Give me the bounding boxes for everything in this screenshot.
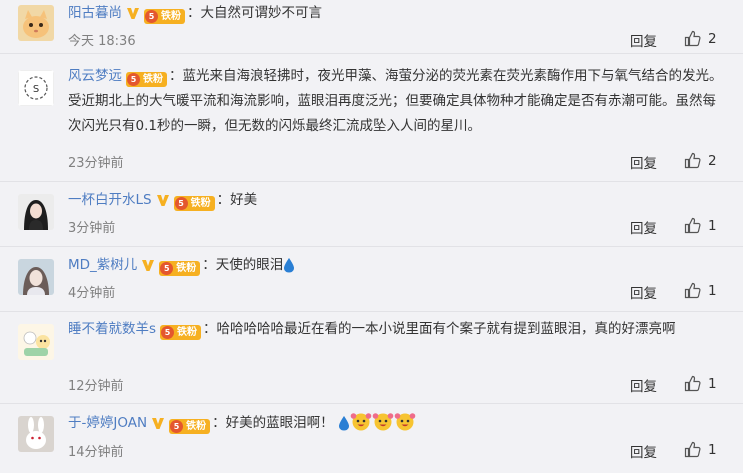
fan-level: 5 <box>170 420 184 433</box>
thumbs-up-icon <box>684 282 701 299</box>
like-count: 1 <box>708 441 717 458</box>
reply-button[interactable]: 回复 <box>630 152 657 172</box>
verified-v-icon <box>126 5 140 19</box>
like-count: 1 <box>708 375 717 392</box>
user-avatar[interactable] <box>18 259 54 295</box>
username-link[interactable]: 睡不着就数羊s <box>68 321 156 337</box>
verified-v-icon <box>151 415 165 429</box>
comment-text: 天使的眼泪 <box>215 257 284 273</box>
cheer-emoji-icon <box>350 411 372 438</box>
comment-time: 14分钟前 <box>68 445 124 460</box>
user-avatar[interactable] <box>18 324 54 360</box>
like-count: 1 <box>708 217 717 234</box>
comment-list: 阳古暮尚 5 铁粉 ：大自然可谓妙不可言 今天 18:36 回复 2 S 风云梦远 5 铁… <box>0 0 743 473</box>
fan-badge[interactable]: 5 铁粉 <box>173 196 215 211</box>
comment-text: 大自然可谓妙不可言 <box>200 5 323 21</box>
reply-button[interactable]: 回复 <box>630 217 657 237</box>
user-avatar[interactable] <box>18 194 54 230</box>
comment-time: 4分钟前 <box>68 286 116 301</box>
fan-badge[interactable]: 5 铁粉 <box>169 419 211 434</box>
like-button[interactable]: 1 <box>684 282 717 299</box>
comment-item: S 风云梦远 5 铁粉 ：蓝光来自海浪轻拂时，夜光甲藻、海萤分泌的荧光素在荧光素酶作用… <box>0 54 743 182</box>
like-button[interactable]: 1 <box>684 441 717 458</box>
thumbs-up-icon <box>684 441 701 458</box>
username-link[interactable]: 阳古暮尚 <box>68 5 122 21</box>
fan-badge[interactable]: 5 铁粉 <box>159 261 201 276</box>
thumbs-up-icon <box>684 375 701 392</box>
comment-item: 一杯白开水LS 5 铁粉 ：好美 3分钟前 回复 1 <box>0 182 743 247</box>
thumbs-up-icon <box>684 217 701 234</box>
fan-level: 5 <box>127 73 140 86</box>
fan-level: 5 <box>174 197 188 210</box>
user-avatar[interactable]: S <box>18 70 54 106</box>
username-link[interactable]: 于-婷婷JOAN <box>68 415 147 431</box>
comment-item: MD_紫树儿 5 铁粉 ：天使的眼泪 4分钟前 回复 1 <box>0 247 743 312</box>
comment-text: 好美的蓝眼泪啊！ <box>225 415 334 431</box>
like-button[interactable]: 2 <box>684 152 717 169</box>
teardrop-emoji-icon <box>283 257 295 280</box>
username-link[interactable]: 一杯白开水LS <box>68 192 152 208</box>
fan-badge[interactable]: 5 铁粉 <box>160 325 202 340</box>
username-link[interactable]: 风云梦远 <box>68 68 122 84</box>
svg-text:S: S <box>33 84 39 95</box>
like-button[interactable]: 1 <box>684 217 717 234</box>
comment-item: 阳古暮尚 5 铁粉 ：大自然可谓妙不可言 今天 18:36 回复 2 <box>0 0 743 54</box>
comment-text: 好美 <box>230 192 258 208</box>
user-avatar[interactable] <box>18 416 54 452</box>
like-button[interactable]: 2 <box>684 30 717 47</box>
comment-time: 23分钟前 <box>68 156 124 171</box>
comment-time: 3分钟前 <box>68 221 116 236</box>
fan-level: 5 <box>145 10 158 23</box>
username-link[interactable]: MD_紫树儿 <box>68 257 137 273</box>
cheer-emoji-icon <box>372 411 394 438</box>
like-count: 2 <box>708 152 717 169</box>
cheer-emoji-icon <box>394 411 416 438</box>
like-count: 1 <box>708 282 717 299</box>
fan-level: 5 <box>160 262 174 275</box>
like-button[interactable]: 1 <box>684 375 717 392</box>
comment-time: 今天 18:36 <box>68 34 136 49</box>
thumbs-up-icon <box>684 152 701 169</box>
fan-badge[interactable]: 5 铁粉 <box>144 9 185 24</box>
reply-button[interactable]: 回复 <box>630 30 657 50</box>
thumbs-up-icon <box>684 30 701 47</box>
fan-level: 5 <box>161 326 175 339</box>
fan-badge[interactable]: 5 铁粉 <box>126 72 167 87</box>
user-avatar[interactable] <box>18 5 54 41</box>
comment-item: 于-婷婷JOAN 5 铁粉 ：好美的蓝眼泪啊！ 14分钟前 回复 1 <box>0 404 743 473</box>
comment-item: 睡不着就数羊s 5 铁粉 ：哈哈哈哈哈最近在看的一本小说里面有个案子就有提到蓝眼泪，真… <box>0 312 743 404</box>
verified-v-icon <box>156 192 170 206</box>
like-count: 2 <box>708 30 717 47</box>
comment-time: 12分钟前 <box>68 379 124 394</box>
teardrop-emoji-icon <box>338 415 350 438</box>
verified-v-icon <box>141 257 155 271</box>
reply-button[interactable]: 回复 <box>630 375 657 395</box>
reply-button[interactable]: 回复 <box>630 282 657 302</box>
reply-button[interactable]: 回复 <box>630 441 657 461</box>
comment-text: 哈哈哈哈哈最近在看的一本小说里面有个案子就有提到蓝眼泪，真的好漂亮啊 <box>216 321 676 337</box>
